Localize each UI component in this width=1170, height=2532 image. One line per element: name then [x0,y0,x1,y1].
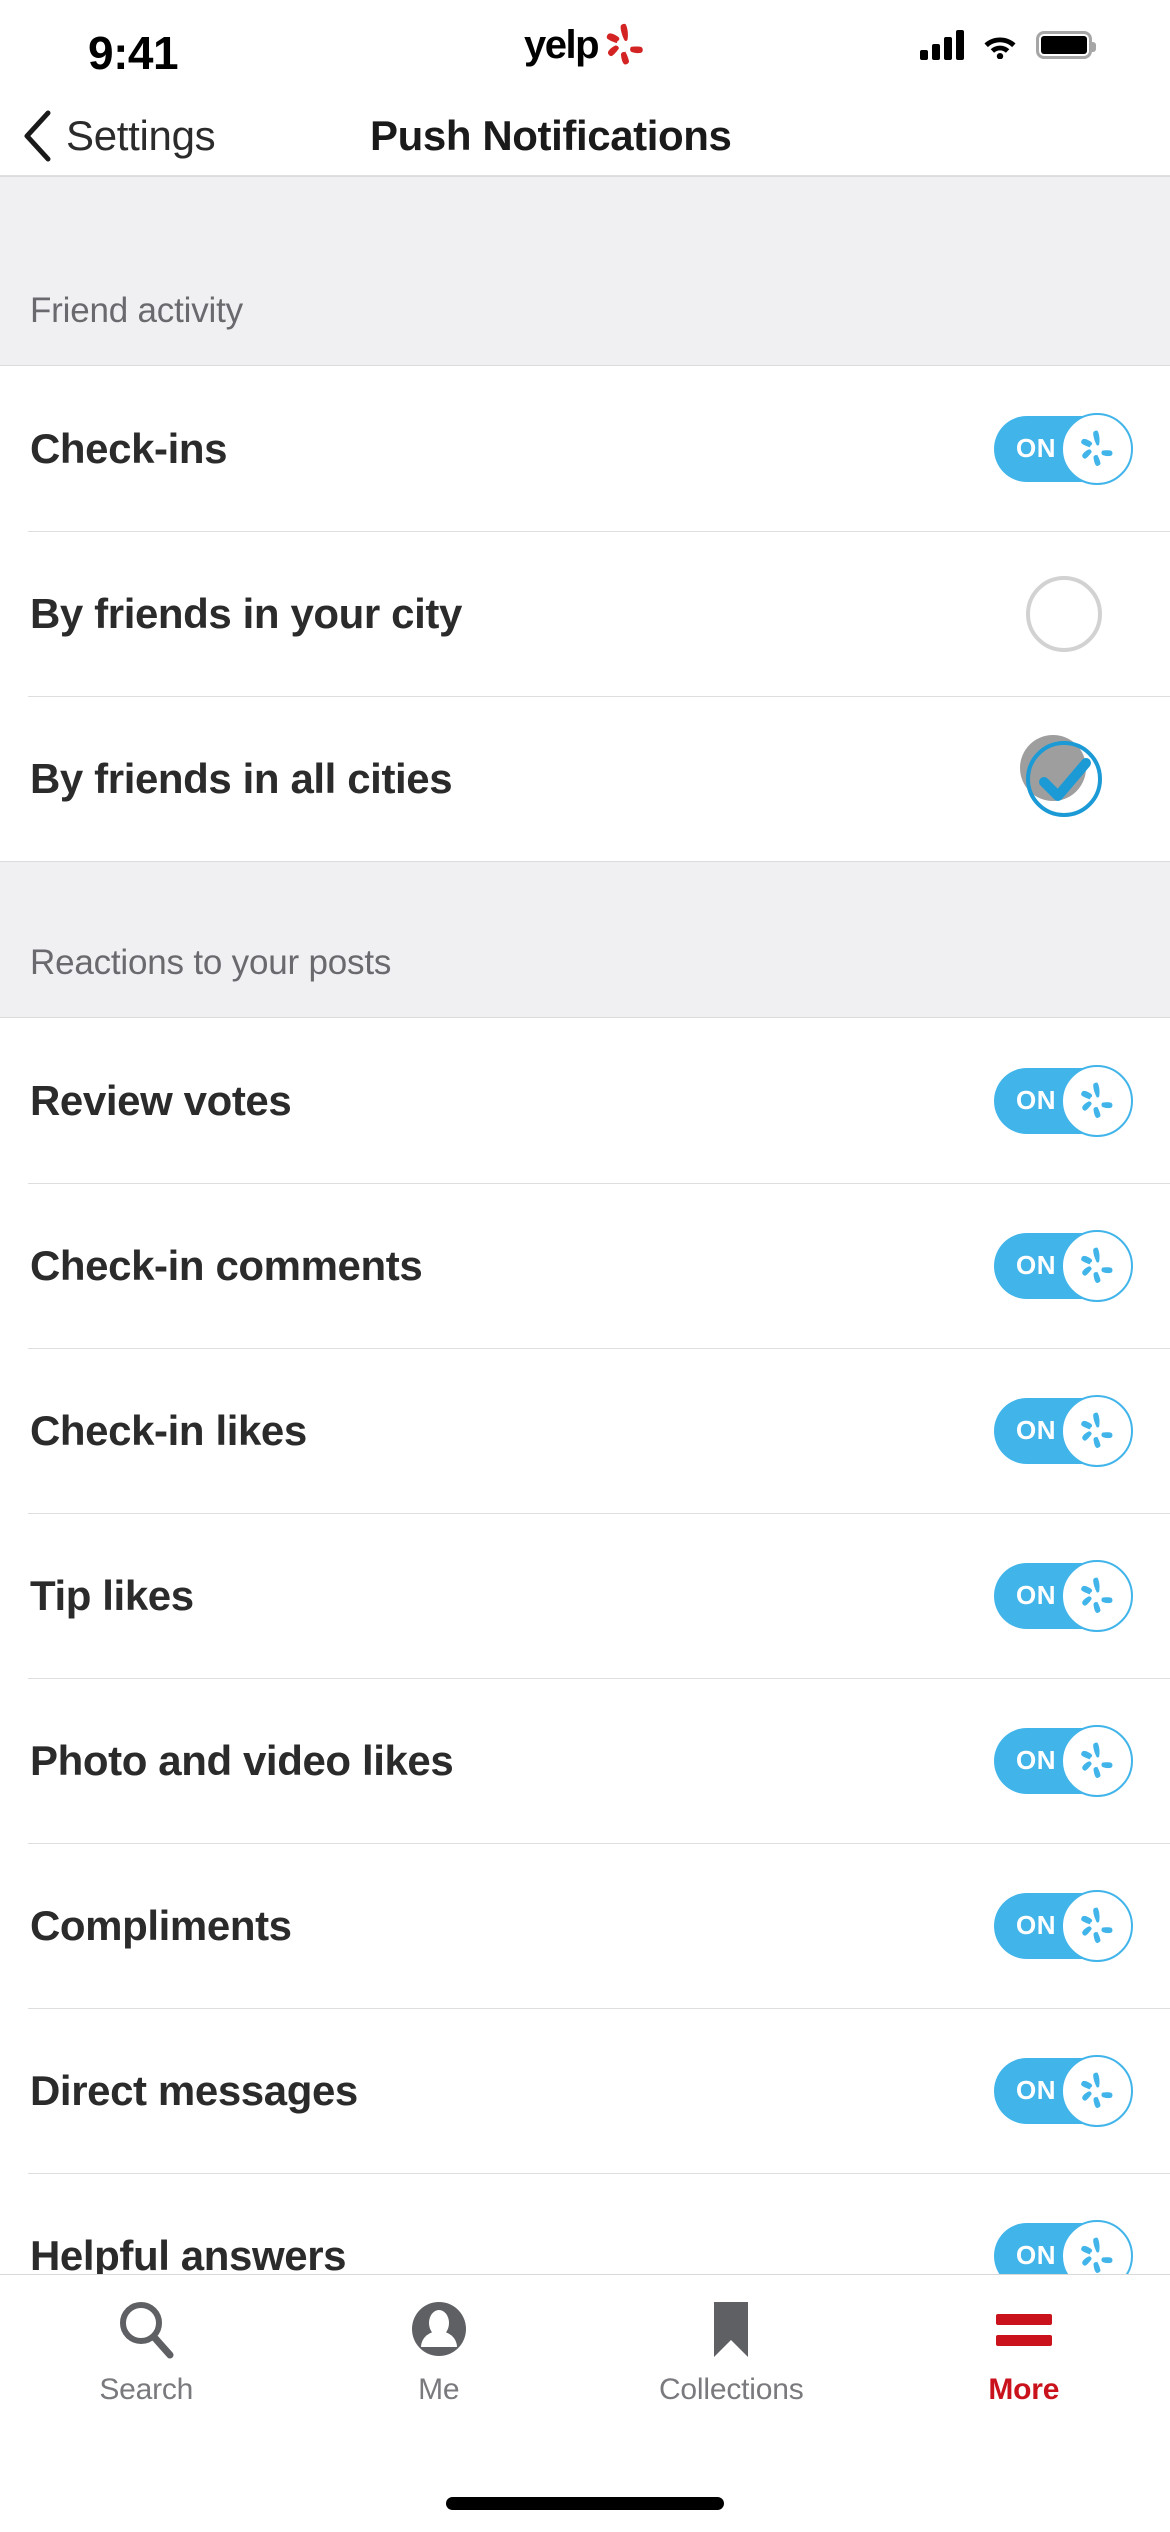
yelp-logo: yelp [524,22,646,68]
toggle-state-label: ON [1016,2240,1056,2270]
radio-by-friends-in-all-cities[interactable] [1020,734,1102,817]
setting-row-by-friends-in-your-city[interactable]: By friends in your city [0,531,1170,696]
setting-label: Review votes [30,1076,292,1124]
yelp-burst-icon [1081,2072,1113,2108]
setting-row-review-votes[interactable]: Review votes ON [0,1018,1170,1183]
setting-label: Compliments [30,1901,292,1949]
toggle-knob [1061,412,1133,485]
toggle-compliments[interactable]: ON [994,1889,1133,1962]
toggle-state-label: ON [1016,1415,1056,1445]
home-indicator-area [0,2474,1170,2532]
toggle-state-label: ON [1016,1745,1056,1775]
section-header-friend-activity: Friend activity [0,176,1170,366]
page-title: Push Notifications [370,111,732,159]
setting-row-helpful-answers[interactable]: Helpful answers ON [0,2173,1170,2274]
back-button[interactable]: Settings [22,110,216,162]
setting-row-compliments[interactable]: Compliments ON [0,1843,1170,2008]
toggle-knob [1061,2054,1133,2127]
toggle-knob [1061,1889,1133,1962]
setting-label: Check-in likes [30,1406,307,1454]
chevron-left-icon [24,110,51,161]
setting-row-check-ins[interactable]: Check-ins ON [0,366,1170,531]
status-time: 9:41 [88,27,179,79]
person-circle-icon [409,2297,469,2363]
setting-row-check-in-comments[interactable]: Check-in comments ON [0,1183,1170,1348]
setting-row-photo-and-video-likes[interactable]: Photo and video likes ON [0,1678,1170,1843]
toggle-state-label: ON [1016,433,1056,463]
setting-row-tip-likes[interactable]: Tip likes ON [0,1513,1170,1678]
wifi-icon [984,37,1016,59]
setting-row-by-friends-in-all-cities[interactable]: By friends in all cities [0,696,1170,861]
nav-header: Settings Push Notifications [0,96,1170,176]
setting-row-check-in-likes[interactable]: Check-in likes ON [0,1348,1170,1513]
yelp-burst-icon [1081,1412,1113,1448]
bookmark-icon [706,2297,756,2363]
setting-row-direct-messages[interactable]: Direct messages ON [0,2008,1170,2173]
tab-me[interactable]: Me [293,2297,586,2407]
battery-icon [1036,31,1096,59]
setting-label: By friends in all cities [30,754,453,802]
toggle-knob [1061,1394,1133,1467]
toggle-check-in-comments[interactable]: ON [994,1229,1133,1302]
settings-list[interactable]: Friend activity Check-ins ON By friends … [0,176,1170,2274]
toggle-state-label: ON [1016,2075,1056,2105]
toggle-check-ins[interactable]: ON [994,412,1133,485]
setting-label: By friends in your city [30,589,462,637]
toggle-knob [1061,1229,1133,1302]
yelp-burst-icon [1081,430,1113,466]
bottom-tab-bar: Search Me Collections More [0,2274,1170,2474]
yelp-burst-icon [606,23,643,65]
status-indicators [920,30,1096,60]
toggle-state-label: ON [1016,1085,1056,1115]
toggle-photo-and-video-likes[interactable]: ON [994,1724,1133,1797]
toggle-review-votes[interactable]: ON [994,1064,1133,1137]
toggle-state-label: ON [1016,1910,1056,1940]
yelp-burst-icon [1081,1577,1113,1613]
yelp-burst-icon [1081,2237,1113,2273]
status-bar: 9:41 yelp [0,0,1170,96]
back-button-label: Settings [66,111,216,159]
tab-label: More [988,2373,1060,2406]
tab-search[interactable]: Search [0,2297,293,2407]
tab-label: Search [99,2373,194,2406]
toggle-state-label: ON [1016,1250,1056,1280]
toggle-direct-messages[interactable]: ON [994,2054,1133,2127]
toggle-state-label: ON [1016,1580,1056,1610]
setting-label: Helpful answers [30,2231,347,2275]
check-icon [1039,757,1091,801]
section-header-reactions: Reactions to your posts [0,861,1170,1018]
setting-label: Direct messages [30,2066,358,2114]
toggle-tip-likes[interactable]: ON [994,1559,1133,1632]
setting-label: Check-ins [30,424,228,472]
hamburger-menu-icon [995,2297,1052,2363]
yelp-wordmark: yelp [523,23,600,67]
toggle-knob [1061,1559,1133,1632]
tab-label: Me [418,2373,460,2406]
app-screen: 9:41 yelp Settings Push Notifications Fr… [0,0,1170,2532]
cellular-signal-icon [920,30,964,60]
radio-ring [1026,575,1102,652]
tab-more[interactable]: More [878,2297,1170,2407]
home-indicator [446,2496,724,2510]
toggle-helpful-answers[interactable]: ON [994,2219,1133,2274]
setting-label: Photo and video likes [30,1736,454,1784]
tab-collections[interactable]: Collections [585,2297,878,2407]
toggle-knob [1061,1724,1133,1797]
yelp-burst-icon [1081,1907,1113,1943]
toggle-knob [1061,1064,1133,1137]
yelp-burst-icon [1081,1082,1113,1118]
toggle-knob [1061,2219,1133,2274]
setting-label: Check-in comments [30,1241,423,1289]
setting-label: Tip likes [30,1571,194,1619]
yelp-burst-icon [1081,1247,1113,1283]
tab-label: Collections [658,2373,804,2406]
radio-by-friends-in-your-city[interactable] [1026,575,1102,652]
yelp-burst-icon [1081,1742,1113,1778]
toggle-check-in-likes[interactable]: ON [994,1394,1133,1467]
search-icon [116,2297,176,2363]
